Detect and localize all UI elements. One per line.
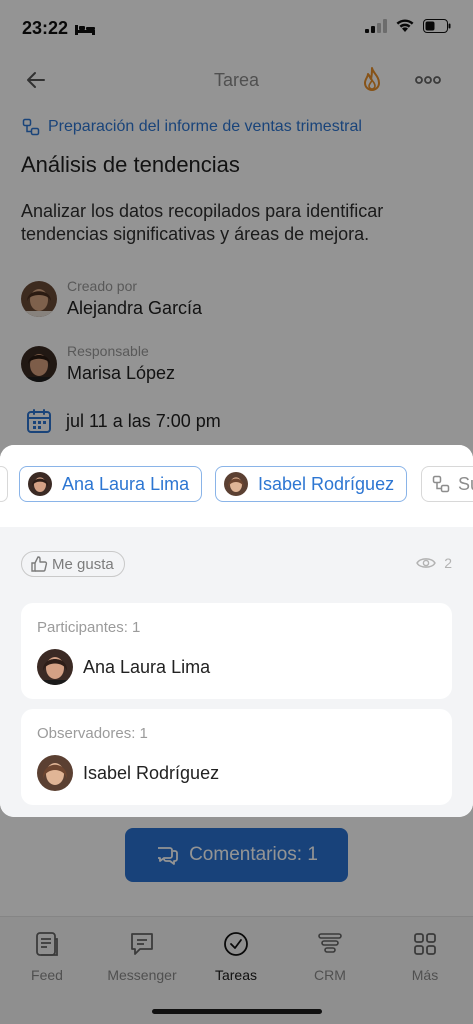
participants-title: Participantes: 1	[37, 619, 141, 636]
home-indicator	[152, 1009, 322, 1014]
observers-card: Observadores: 1 Isabel Rodríguez	[21, 709, 452, 805]
chip-label: Isabel Rodríguez	[258, 473, 395, 494]
participant-row[interactable]: Ana Laura Lima	[37, 649, 210, 685]
views-count: 2	[444, 555, 452, 571]
observer-avatar	[37, 755, 73, 791]
member-chips-row: Ana Laura Lima Isabel Rodríguez Su	[0, 445, 473, 527]
chip-avatar	[224, 472, 248, 496]
chip-label: Su	[458, 473, 473, 494]
observers-title: Observadores: 1	[37, 725, 148, 742]
chip-avatar	[28, 472, 52, 496]
observer-row[interactable]: Isabel Rodríguez	[37, 755, 219, 791]
like-button[interactable]: Me gusta	[21, 551, 125, 577]
subtask-icon	[432, 475, 450, 493]
sheet-body: Me gusta 2 Participantes: 1 Ana Laura Li…	[0, 527, 473, 817]
chip-partial-left[interactable]	[0, 466, 8, 502]
member-chip-ana[interactable]: Ana Laura Lima	[19, 466, 203, 502]
eye-icon	[416, 558, 437, 568]
like-label: Me gusta	[52, 555, 114, 573]
participants-card: Participantes: 1 Ana Laura Lima	[21, 603, 452, 699]
member-chip-isabel[interactable]: Isabel Rodríguez	[215, 466, 408, 502]
participant-avatar	[37, 649, 73, 685]
observer-name: Isabel Rodríguez	[83, 762, 220, 783]
members-sheet: Ana Laura Lima Isabel Rodríguez Su	[0, 445, 473, 817]
chip-label: Ana Laura Lima	[62, 473, 190, 494]
participant-name: Ana Laura Lima	[83, 656, 211, 677]
views-counter: 2	[416, 555, 452, 571]
thumbs-up-icon	[31, 556, 48, 572]
subtask-chip[interactable]: Su	[421, 466, 473, 502]
